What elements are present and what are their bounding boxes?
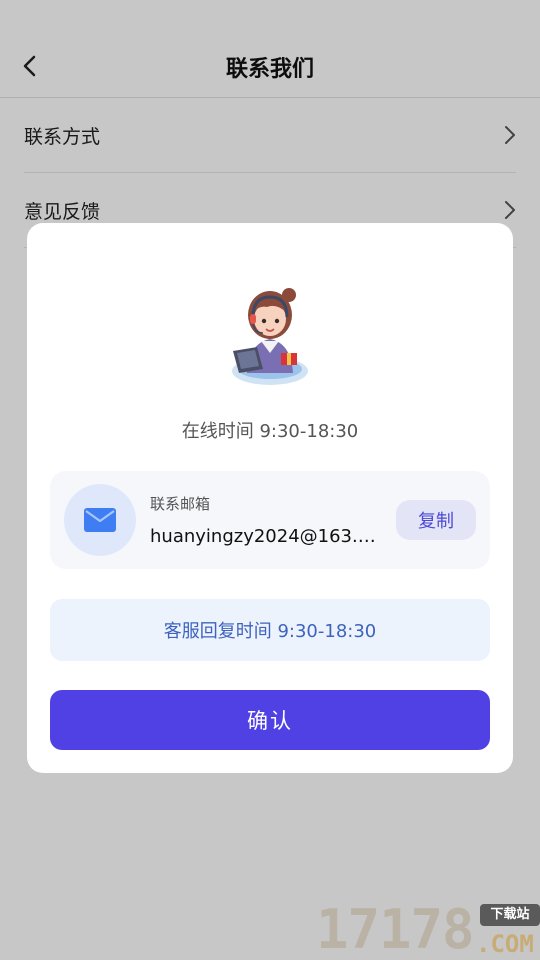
online-hours-text: 在线时间 9:30-18:30 [181, 421, 359, 442]
email-card: 联系邮箱 huanyingzy2024@163.com 复制 [50, 471, 490, 569]
contact-dialog: 在线时间 9:30-18:30 联系邮箱 huanyingzy2024@163.… [27, 223, 513, 773]
copy-button[interactable]: 复制 [396, 500, 476, 540]
email-label: 联系邮箱 [150, 495, 211, 513]
mail-avatar [64, 484, 136, 556]
watermark-number: 17178 [316, 898, 475, 960]
watermark-suffix: .COM [476, 930, 534, 958]
mail-icon [84, 508, 116, 532]
email-address: huanyingzy2024@163.com [150, 526, 380, 547]
watermark-tag: 下载站 [480, 904, 540, 926]
confirm-button[interactable]: 确认 [50, 690, 490, 750]
customer-service-agent-illustration [232, 288, 308, 385]
site-watermark: 17178 下载站 .COM [316, 900, 540, 960]
reply-hours-notice: 客服回复时间 9:30-18:30 [50, 599, 490, 661]
